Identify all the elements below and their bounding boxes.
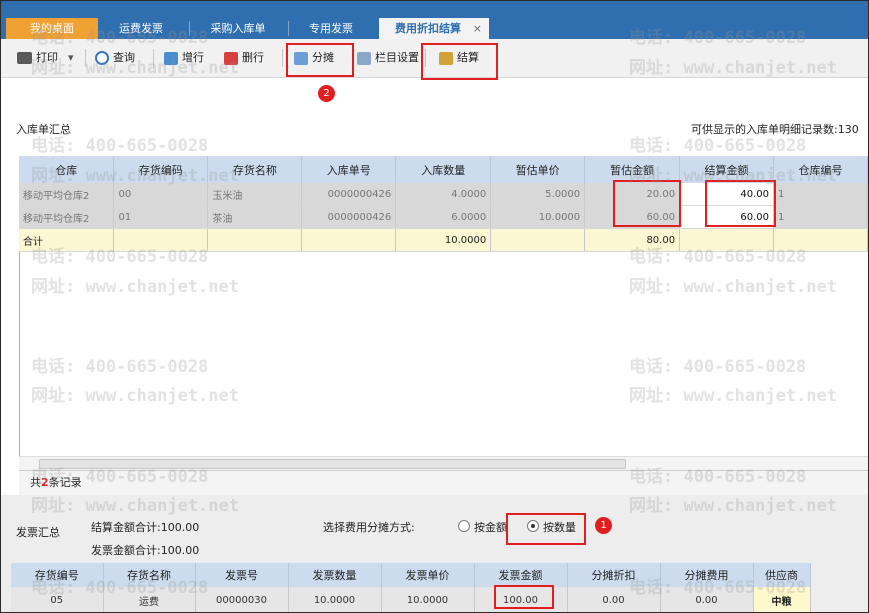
total-row: 合计 10.0000 80.00 [19, 228, 868, 252]
tab-expense-settlement-label: 费用折扣结算 [395, 22, 461, 35]
radio-icon[interactable] [458, 520, 470, 532]
add-row-label: 增行 [182, 51, 204, 64]
cell-item-name: 运费 [103, 587, 196, 612]
column-header[interactable]: 存货编码 [113, 156, 209, 183]
columns-icon [357, 51, 371, 65]
chevron-down-icon[interactable]: ▾ [68, 49, 74, 67]
cell-warehouse: 移动平均仓库2 [19, 205, 115, 229]
cell-item-code: 01 [113, 205, 209, 229]
cell-invoice-qty: 10.0000 [288, 587, 382, 612]
print-label: 打印 [36, 51, 58, 64]
total-qty: 10.0000 [395, 228, 492, 252]
column-header[interactable]: 入库数量 [395, 156, 492, 183]
cell-inbound-qty: 4.0000 [395, 183, 492, 206]
print-button[interactable]: 打印 ▾ [17, 49, 74, 67]
column-header[interactable]: 分摊折扣 [567, 563, 661, 587]
column-header[interactable]: 仓库 [19, 156, 115, 183]
search-icon [95, 51, 109, 65]
allocate-highlight [286, 43, 354, 77]
column-settings-button[interactable]: 栏目设置 [357, 49, 419, 67]
by-quantity-highlight [506, 513, 586, 545]
cell-alloc-discount: 0.00 [567, 587, 661, 612]
column-header[interactable]: 存货名称 [207, 156, 303, 183]
invoice-header-row: 存货编号 存货名称 发票号 发票数量 发票单价 发票金额 分摊折扣 分摊费用 供… [11, 563, 811, 587]
printer-icon [17, 52, 32, 64]
column-header[interactable]: 入库单号 [301, 156, 397, 183]
delete-row-icon [224, 51, 238, 65]
column-header[interactable]: 发票数量 [288, 563, 382, 587]
footer-prefix: 共 [30, 476, 41, 489]
total-label: 合计 [19, 228, 115, 252]
column-header[interactable]: 发票号 [195, 563, 289, 587]
cell-item-code: 00 [113, 183, 209, 206]
step-badge-2: 2 [318, 85, 335, 102]
cell-supplier: 中粮 [753, 587, 811, 612]
footer-suffix: 条记录 [48, 476, 82, 489]
cell-inbound-no: 0000000426 [301, 205, 397, 229]
column-header[interactable]: 结算金额 [679, 156, 774, 183]
settle-highlight [421, 43, 498, 80]
tab-bar: 我的桌面 运费发票 采购入库单 专用发票 费用折扣结算 × [1, 1, 868, 39]
cell-item-name: 茶油 [207, 205, 303, 229]
invoice-total: 发票金额合计:100.00 [91, 544, 200, 557]
cell-warehouse-no: 1 [773, 205, 868, 229]
inbound-summary-title: 入库单汇总 [16, 123, 71, 136]
invoice-table: 存货编号 存货名称 发票号 发票数量 发票单价 发票金额 分摊折扣 分摊费用 供… [11, 563, 811, 612]
add-row-icon [164, 51, 178, 65]
step-badge-1: 1 [595, 517, 612, 534]
app-window: 我的桌面 运费发票 采购入库单 专用发票 费用折扣结算 × 打印 ▾ 查询 增行… [0, 0, 869, 613]
column-header[interactable]: 存货名称 [103, 563, 196, 587]
column-header[interactable]: 发票金额 [474, 563, 568, 587]
tab-desktop[interactable]: 我的桌面 [6, 18, 98, 39]
query-button[interactable]: 查询 [95, 49, 135, 67]
record-count-info: 可供显示的入库单明细记录数:130 [691, 123, 859, 136]
record-footer: 共2条记录 [19, 470, 868, 495]
tab-purchase-inbound[interactable]: 采购入库单 [193, 18, 283, 39]
footer-count: 2 [41, 476, 49, 489]
cell-item-no: 05 [11, 587, 104, 612]
delete-row-button[interactable]: 删行 [224, 49, 264, 67]
column-header[interactable]: 存货编号 [11, 563, 104, 587]
column-header[interactable]: 分摊费用 [660, 563, 754, 587]
column-header[interactable]: 仓库编号 [773, 156, 868, 183]
cell-invoice-price: 10.0000 [381, 587, 475, 612]
close-icon[interactable]: × [473, 18, 482, 39]
horizontal-scrollbar[interactable] [19, 456, 868, 470]
cell-item-name: 玉米油 [207, 183, 303, 206]
radio-by-amount[interactable]: 按金额 [458, 519, 507, 535]
cell-est-price: 10.0000 [490, 205, 586, 229]
query-label: 查询 [113, 51, 135, 64]
cell-invoice-no: 00000030 [195, 587, 289, 612]
tab-special-invoice[interactable]: 专用发票 [291, 18, 371, 39]
column-header[interactable]: 暂估单价 [490, 156, 586, 183]
column-header[interactable]: 发票单价 [381, 563, 475, 587]
tab-freight-invoice[interactable]: 运费发票 [101, 18, 181, 39]
method-label: 选择费用分摊方式: [323, 521, 415, 534]
cell-est-price: 5.0000 [490, 183, 586, 206]
settle-amount-highlight [705, 180, 776, 227]
cell-alloc-fee: 0.00 [660, 587, 754, 612]
est-amount-highlight [613, 180, 681, 227]
tab-expense-settlement[interactable]: 费用折扣结算 × [379, 18, 489, 39]
column-settings-label: 栏目设置 [375, 51, 419, 64]
radio-by-amount-label: 按金额 [474, 521, 507, 534]
cell-inbound-no: 0000000426 [301, 183, 397, 206]
column-header[interactable]: 暂估金额 [584, 156, 681, 183]
scrollbar-thumb[interactable] [39, 459, 626, 469]
total-amount: 80.00 [584, 228, 681, 252]
add-row-button[interactable]: 增行 [164, 49, 204, 67]
invoice-amount-highlight [494, 585, 554, 609]
invoice-summary-title: 发票汇总 [16, 526, 60, 539]
cell-inbound-qty: 6.0000 [395, 205, 492, 229]
cell-warehouse: 移动平均仓库2 [19, 183, 115, 206]
settle-total: 结算金额合计:100.00 [91, 521, 200, 534]
table-row[interactable]: 05 运费 00000030 10.0000 10.0000 100.00 0.… [11, 587, 811, 612]
inbound-header-row: 仓库 存货编码 存货名称 入库单号 入库数量 暂估单价 暂估金额 结算金额 仓库… [19, 156, 868, 183]
column-header[interactable]: 供应商 [753, 563, 811, 587]
delete-row-label: 删行 [242, 51, 264, 64]
cell-warehouse-no: 1 [773, 183, 868, 206]
